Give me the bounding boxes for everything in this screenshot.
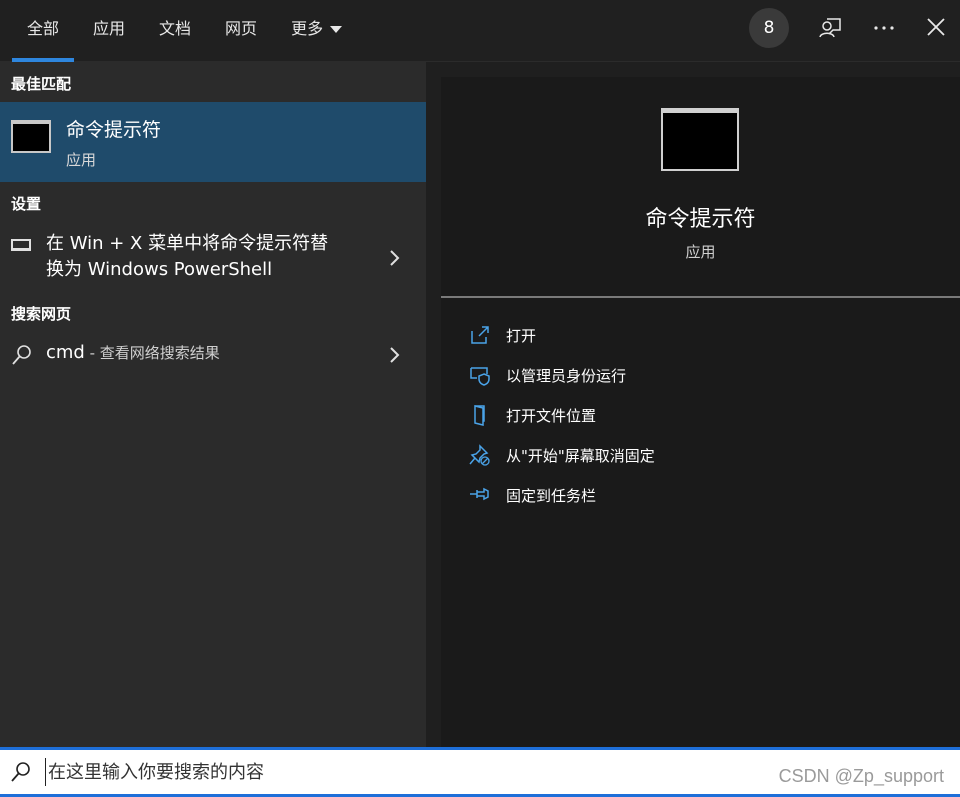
best-match-header: 最佳匹配 <box>11 75 72 93</box>
unpin-icon <box>469 444 490 466</box>
settings-result-item[interactable]: 在 Win + X 菜单中将命令提示符替 换为 Windows PowerShe… <box>0 225 426 285</box>
action-unpin-from-start[interactable]: 从"开始"屏幕取消固定 <box>469 442 929 468</box>
results-pane: 最佳匹配 命令提示符 应用 设置 在 Win + X 菜单中将命令提示符替 换为… <box>0 62 426 747</box>
pin-icon <box>470 487 489 501</box>
tab-all[interactable]: 全部 <box>12 0 75 62</box>
shield-icon <box>470 367 490 386</box>
action-pin-to-taskbar-label: 固定到任务栏 <box>506 487 597 505</box>
preview-title: 命令提示符 <box>645 207 756 232</box>
preview-subtitle: 应用 <box>685 243 716 261</box>
web-query: cmd <box>46 342 85 363</box>
display-icon <box>11 239 31 251</box>
preview-pane: 命令提示符 应用 打开 以管理员身份运行 打开文件位置 从"开始"屏幕取消固定 … <box>441 77 960 747</box>
action-run-as-admin[interactable]: 以管理员身份运行 <box>469 362 929 388</box>
search-bar: CSDN @Zp_support <box>0 747 960 797</box>
settings-item-line1: 在 Win + X 菜单中将命令提示符替 <box>46 233 329 254</box>
filter-tabs: 全部 应用 文档 网页 更多 <box>12 0 361 62</box>
settings-header: 设置 <box>11 195 42 213</box>
action-unpin-from-start-label: 从"开始"屏幕取消固定 <box>506 447 655 465</box>
search-icon <box>11 762 30 782</box>
rewards-badge[interactable]: 8 <box>749 8 789 48</box>
tab-more[interactable]: 更多 <box>276 0 357 62</box>
action-open[interactable]: 打开 <box>469 322 929 348</box>
preview-divider <box>441 296 960 298</box>
file-location-icon <box>474 405 485 426</box>
tab-more-label: 更多 <box>291 19 324 38</box>
action-open-file-location-label: 打开文件位置 <box>506 407 597 425</box>
command-prompt-app-icon <box>11 120 51 153</box>
chevron-right-icon <box>390 250 400 266</box>
action-run-as-admin-label: 以管理员身份运行 <box>506 367 627 385</box>
watermark-text: CSDN @Zp_support <box>778 766 944 786</box>
top-bar: 全部 应用 文档 网页 更多 8 <box>0 0 960 62</box>
search-icon <box>12 345 31 365</box>
tab-documents[interactable]: 文档 <box>144 0 206 62</box>
best-match-item[interactable]: 命令提示符 应用 <box>0 102 426 182</box>
close-icon[interactable] <box>923 14 949 40</box>
feedback-icon[interactable] <box>818 14 844 40</box>
action-pin-to-taskbar[interactable]: 固定到任务栏 <box>469 482 929 508</box>
action-open-label: 打开 <box>506 327 537 345</box>
search-web-header: 搜索网页 <box>11 305 72 323</box>
web-result-item[interactable]: cmd - 查看网络搜索结果 <box>0 338 426 372</box>
tab-web[interactable]: 网页 <box>210 0 272 62</box>
tab-apps[interactable]: 应用 <box>78 0 140 62</box>
command-prompt-large-icon <box>661 108 739 171</box>
settings-item-line2: 换为 Windows PowerShell <box>46 259 273 280</box>
action-open-file-location[interactable]: 打开文件位置 <box>469 402 929 428</box>
open-icon <box>471 326 489 344</box>
search-input[interactable] <box>45 758 745 786</box>
chevron-right-icon <box>390 347 400 363</box>
best-match-title: 命令提示符 <box>66 119 162 141</box>
caret-down-icon <box>330 26 343 33</box>
web-query-suffix: - 查看网络搜索结果 <box>84 344 220 362</box>
more-options-icon[interactable] <box>871 14 897 40</box>
best-match-subtitle: 应用 <box>66 151 97 169</box>
